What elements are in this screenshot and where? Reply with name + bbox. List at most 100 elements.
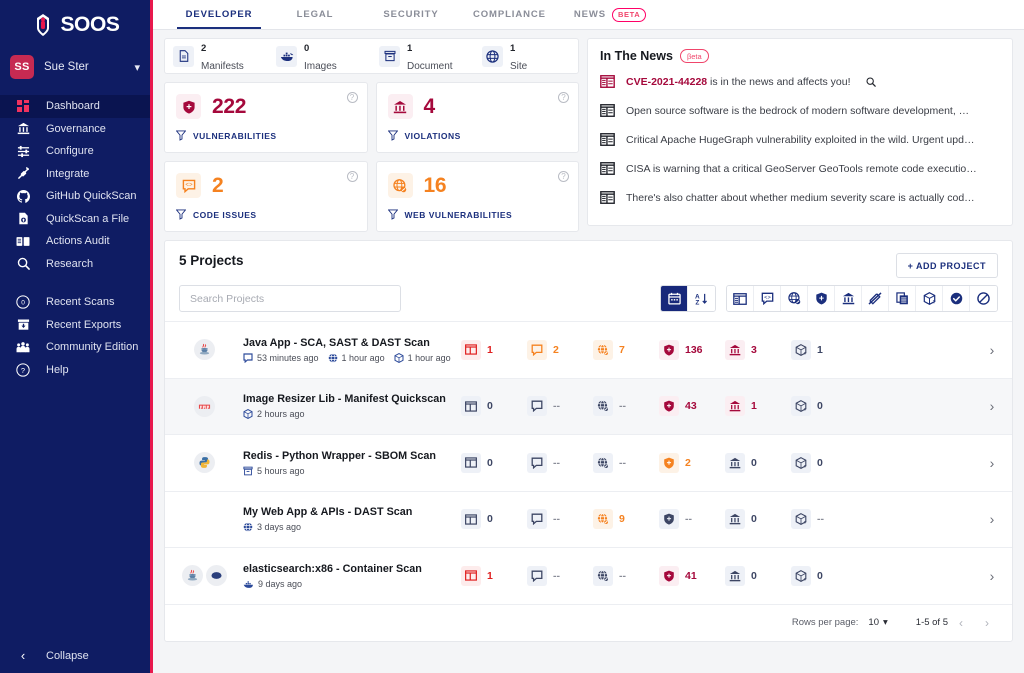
- sidebar-item-community-edition[interactable]: Community Edition: [0, 336, 150, 359]
- user-menu[interactable]: SS Sue Ster ▾: [0, 49, 150, 85]
- news-item[interactable]: CVE-2021-44228 is in the news and affect…: [600, 67, 1000, 96]
- unknown-package-icon: ?: [791, 566, 811, 586]
- table-row[interactable]: Java App - SCA, SAST & DAST Scan 53 minu…: [165, 321, 1012, 378]
- table-row[interactable]: elasticsearch:x86 - Container Scan 9 day…: [165, 547, 1012, 604]
- tab-compliance[interactable]: COMPLIANCE: [459, 0, 560, 29]
- metric-value: 43: [685, 400, 697, 412]
- news-item[interactable]: Critical Apache HugeGraph vulnerability …: [600, 125, 1000, 154]
- chevron-right-icon[interactable]: ›: [972, 511, 1012, 527]
- news-header: In The News βeta: [600, 49, 1000, 63]
- next-page-button[interactable]: ›: [974, 616, 1000, 630]
- sidebar-item-dashboard[interactable]: Dashboard: [0, 95, 150, 118]
- metric-vulnerabilities: 43: [659, 396, 725, 416]
- sidebar-item-research[interactable]: Research: [0, 253, 150, 276]
- metric-value: 0: [817, 400, 823, 412]
- stat-card-web-vulnerabilities[interactable]: ? 16 WEB VULNERABILITIES: [376, 161, 580, 232]
- manifest-icon: [461, 453, 481, 473]
- unknown-package-icon: ?: [791, 453, 811, 473]
- news-item[interactable]: CISA is warning that a critical GeoServe…: [600, 154, 1000, 183]
- metric-value: 0: [751, 570, 757, 582]
- help-icon[interactable]: ?: [558, 92, 569, 103]
- check-circle-icon[interactable]: [943, 286, 970, 311]
- chevron-right-icon[interactable]: ›: [972, 568, 1012, 584]
- code-issue-icon[interactable]: <>: [754, 286, 781, 311]
- asset-document[interactable]: 1 Document: [379, 38, 482, 75]
- asset-images[interactable]: 0 Images: [276, 38, 379, 75]
- table-row[interactable]: Redis - Python Wrapper - SBOM Scan 5 hou…: [165, 434, 1012, 491]
- tab-label: COMPLIANCE: [473, 9, 546, 20]
- help-icon[interactable]: ?: [347, 171, 358, 182]
- chevron-right-icon[interactable]: ›: [972, 398, 1012, 414]
- metric-value: 9: [619, 513, 625, 525]
- stat-card-vulnerabilities[interactable]: ? 222 VULNERABILITIES: [164, 82, 368, 153]
- stat-card-violations[interactable]: ? 4 VIOLATIONS: [376, 82, 580, 153]
- sidebar-item-governance[interactable]: Governance: [0, 118, 150, 141]
- calendar-icon[interactable]: [661, 286, 688, 311]
- web-vuln-icon: [388, 173, 413, 198]
- sidebar-item-github-quickscan[interactable]: GitHub QuickScan: [0, 185, 150, 208]
- chevron-right-icon[interactable]: ›: [972, 455, 1012, 471]
- metric-violations: 1: [725, 396, 791, 416]
- metric-vulnerabilities: 2: [659, 453, 725, 473]
- bank-icon[interactable]: [835, 286, 862, 311]
- svg-text:?: ?: [804, 464, 807, 469]
- project-metrics: 1 2 7 136: [461, 340, 972, 360]
- sidebar-item-recent-exports[interactable]: Recent Exports: [0, 314, 150, 337]
- news-article-icon: [600, 191, 615, 204]
- collapse-sidebar-button[interactable]: ‹ Collapse: [0, 648, 150, 663]
- search-icon[interactable]: [866, 77, 876, 87]
- project-avatars: [165, 396, 243, 417]
- copy-file-icon[interactable]: [889, 286, 916, 311]
- asset-manifests[interactable]: 2 Manifests: [173, 38, 276, 75]
- metric-web-vulns: --: [593, 566, 659, 586]
- search-input[interactable]: [179, 285, 401, 312]
- project-info: Image Resizer Lib - Manifest Quickscan 2…: [243, 393, 461, 419]
- metric-value: 0: [751, 457, 757, 469]
- filter-icon: [388, 209, 398, 220]
- tab-developer[interactable]: DEVELOPER: [171, 0, 267, 29]
- news-item[interactable]: There's also chatter about whether mediu…: [600, 183, 1000, 212]
- sidebar-item-integrate[interactable]: Integrate: [0, 163, 150, 186]
- sidebar-item-quickscan-a-file[interactable]: QuickScan a File: [0, 208, 150, 231]
- asset-site[interactable]: 1 Site: [482, 38, 585, 75]
- globe-icon: [243, 522, 253, 532]
- chevron-right-icon[interactable]: ›: [972, 342, 1012, 358]
- news-item[interactable]: Open source software is the bedrock of m…: [600, 96, 1000, 125]
- table-row[interactable]: My Web App & APIs - DAST Scan 3 days ago…: [165, 491, 1012, 548]
- logo-text: SOOS: [60, 13, 119, 37]
- tab-legal[interactable]: LEGAL: [267, 0, 363, 29]
- filter-icon: [176, 130, 186, 141]
- stat-card-code-issues[interactable]: ? <> 2 CODE ISSUES: [164, 161, 368, 232]
- tab-news[interactable]: NEWS BETA: [560, 0, 660, 29]
- metric-value: --: [619, 570, 626, 582]
- filter-icon: [388, 130, 398, 141]
- app-logo[interactable]: SOOS: [0, 0, 150, 45]
- sidebar-item-recent-scans[interactable]: 0 Recent Scans: [0, 291, 150, 314]
- shield-icon[interactable]: [808, 286, 835, 311]
- scan-time-text: 5 hours ago: [257, 466, 305, 476]
- unknown-package-icon[interactable]: ?: [916, 286, 943, 311]
- slash-circle-icon[interactable]: [970, 286, 997, 311]
- bank-icon: [388, 94, 413, 119]
- no-license-icon[interactable]: [862, 286, 889, 311]
- help-icon[interactable]: ?: [347, 92, 358, 103]
- help-icon[interactable]: ?: [558, 171, 569, 182]
- metric-web-vulns: --: [593, 453, 659, 473]
- svg-text:?: ?: [804, 407, 807, 412]
- tab-security[interactable]: SECURITY: [363, 0, 459, 29]
- metric-value: 41: [685, 570, 697, 582]
- manifest-icon[interactable]: [727, 286, 754, 311]
- stat-label: WEB VULNERABILITIES: [405, 210, 513, 220]
- table-row[interactable]: Image Resizer Lib - Manifest Quickscan 2…: [165, 378, 1012, 435]
- asset-count: 2: [201, 43, 206, 54]
- rows-per-page-select[interactable]: 10 ▾: [868, 617, 887, 628]
- prev-page-button[interactable]: ‹: [948, 616, 974, 630]
- web-vuln-icon[interactable]: [781, 286, 808, 311]
- sidebar-item-actions-audit[interactable]: Actions Audit: [0, 230, 150, 253]
- add-project-button[interactable]: + ADD PROJECT: [896, 253, 998, 278]
- sidebar-item-help[interactable]: ? Help: [0, 359, 150, 382]
- metric-web-vulns: 9: [593, 509, 659, 529]
- alpha-sort-icon[interactable]: AZ: [688, 286, 715, 311]
- page-range: 1-5 of 5: [916, 617, 948, 628]
- sidebar-item-configure[interactable]: Configure: [0, 140, 150, 163]
